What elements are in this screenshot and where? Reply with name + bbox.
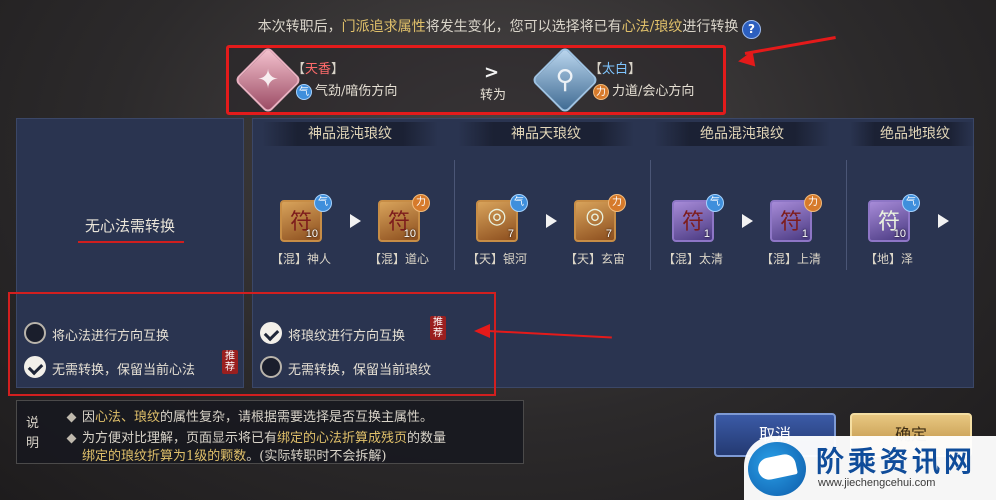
note-line: 因心法、琅纹的属性复杂，请根据需要选择是否互换主属性。 xyxy=(66,406,433,425)
bullet-icon xyxy=(66,412,77,423)
li-badge-icon: 力 xyxy=(593,83,609,100)
from-class-direction: 气气劲/暗伤方向 xyxy=(296,80,397,100)
item-label: 【混】太清 xyxy=(663,252,724,266)
note-line: 绑定的琅纹折算为1级的颗数。(实际转职时不会拆解) xyxy=(82,449,387,464)
annotation-arrow-icon xyxy=(736,50,756,70)
option-label: 无需转换，保留当前琅纹 xyxy=(288,363,432,378)
li-badge-icon: 力 xyxy=(412,194,430,212)
column-title: 绝品地琅纹 xyxy=(850,122,974,146)
column-title: 绝品混沌琅纹 xyxy=(654,122,830,146)
annotation-arrow-line xyxy=(744,36,836,55)
column-divider xyxy=(846,160,847,270)
from-class-name: 【天香】 xyxy=(292,62,345,77)
convert-arrow-icon: > xyxy=(484,62,500,83)
qi-badge-icon: 气 xyxy=(296,83,312,100)
qi-badge-icon: 气 xyxy=(706,194,724,212)
convert-label: 转为 xyxy=(480,88,507,103)
item-label: 【混】上清 xyxy=(761,252,822,266)
watermark-title: 阶乘资讯网 xyxy=(816,445,977,478)
options-highlight-box xyxy=(8,292,496,396)
recommended-badge: 推荐 xyxy=(430,316,446,340)
option-label: 将心法进行方向互换 xyxy=(52,329,170,344)
note-line: 为方便对比理解，页面显示将已有绑定的心法折算成残页的数量 xyxy=(66,427,446,446)
help-icon[interactable]: ? xyxy=(742,20,761,39)
qi-badge-icon: 气 xyxy=(510,194,528,212)
item-label: 【天】银河 xyxy=(467,252,528,266)
keep-langwen-radio[interactable] xyxy=(260,356,282,378)
swap-xinfa-radio[interactable] xyxy=(24,322,46,344)
option-label: 将琅纹进行方向互换 xyxy=(288,329,406,344)
to-class-direction: 力力道/会心方向 xyxy=(593,80,694,100)
annotation-arrow-icon xyxy=(474,324,490,338)
li-badge-icon: 力 xyxy=(804,194,822,212)
column-divider xyxy=(650,160,651,270)
to-arrow-icon xyxy=(350,214,361,228)
item-label: 【天】玄宙 xyxy=(565,252,626,266)
bullet-icon xyxy=(66,433,77,444)
item-label: 【地】泽 xyxy=(864,252,913,266)
to-arrow-icon xyxy=(938,214,949,228)
column-title: 神品天琅纹 xyxy=(458,122,634,146)
header-notice: 本次转职后，门派追求属性将发生变化，您可以选择将已有心法/琅纹进行转换 xyxy=(257,19,739,35)
item-label: 【混】道心 xyxy=(369,252,430,266)
column-title: 神品混沌琅纹 xyxy=(262,122,438,146)
li-badge-icon: 力 xyxy=(608,194,626,212)
recommended-badge: 推荐 xyxy=(222,350,238,374)
eagle-logo-icon xyxy=(748,442,806,496)
swap-langwen-radio[interactable] xyxy=(260,322,282,344)
notes-label: 说明 xyxy=(26,416,40,451)
to-arrow-icon xyxy=(546,214,557,228)
qi-badge-icon: 气 xyxy=(314,194,332,212)
no-xinfa-label: 无心法需转换 xyxy=(84,217,175,235)
option-label: 无需转换，保留当前心法 xyxy=(52,363,196,378)
annotation-underline xyxy=(78,241,184,243)
keep-xinfa-radio[interactable] xyxy=(24,356,46,378)
watermark-url: www.jiechengcehui.com xyxy=(818,477,936,489)
item-label: 【混】神人 xyxy=(271,252,332,266)
to-class-name: 【太白】 xyxy=(589,62,642,77)
to-arrow-icon xyxy=(742,214,753,228)
column-divider xyxy=(454,160,455,270)
qi-badge-icon: 气 xyxy=(902,194,920,212)
